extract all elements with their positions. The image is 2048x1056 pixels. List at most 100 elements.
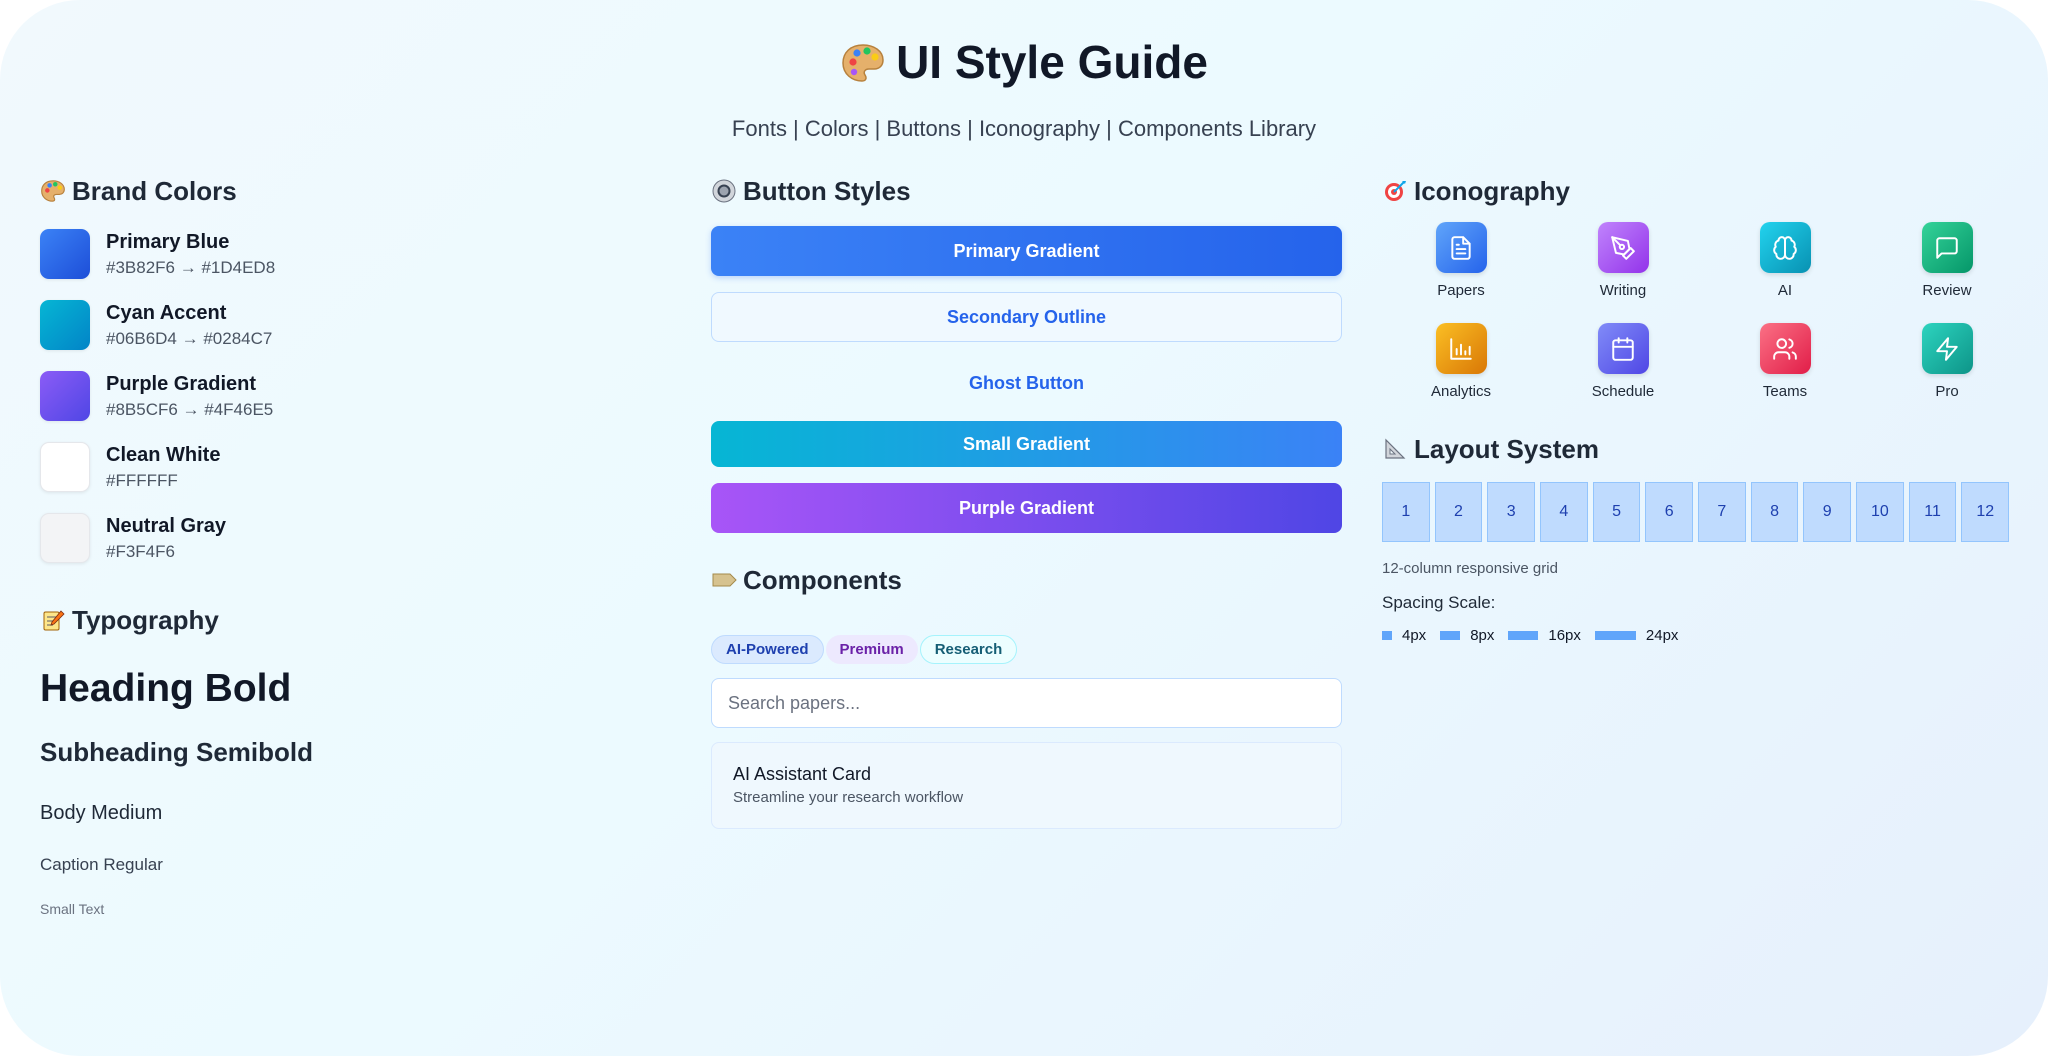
icon-item-teams[interactable]: Teams <box>1706 323 1864 424</box>
small-gradient-button[interactable]: Small Gradient <box>711 421 1342 467</box>
swatch-cyan-accent <box>40 299 90 350</box>
swatch-purple-gradient <box>40 370 90 421</box>
typography-heading: Typography <box>40 599 640 641</box>
spacing-scale-title: Spacing Scale: <box>1382 593 1496 612</box>
spacing-label: 8px <box>1470 627 1495 644</box>
page-subtitle: Fonts | Colors | Buttons | Iconography |… <box>731 116 1317 141</box>
icon-label: Teams <box>1762 383 1808 400</box>
layout-system-title: Layout System <box>1414 433 1599 464</box>
grid-column: 1 <box>1382 482 1430 542</box>
ghost-button[interactable]: Ghost Button <box>711 358 1342 408</box>
swatch-hex: #06B6D4 → #0284C7 <box>106 328 273 348</box>
swatch-name: Neutral Gray <box>106 514 227 537</box>
spacing-label: 4px <box>1402 627 1427 644</box>
swatch-primary-blue <box>40 228 90 279</box>
grid-column: 8 <box>1750 482 1799 542</box>
label-tag-icon <box>711 567 737 593</box>
swatch-row: Cyan Accent #06B6D4 → #0284C7 <box>40 289 640 360</box>
icon-item-papers[interactable]: Papers <box>1382 222 1540 323</box>
sample-body-medium: Body Medium <box>40 802 163 824</box>
spacing-label: 16px <box>1548 627 1581 644</box>
grid-caption: 12-column responsive grid <box>1382 560 1558 577</box>
palette-icon <box>840 40 886 96</box>
palette-icon <box>40 178 66 204</box>
brand-colors-title: Brand Colors <box>72 175 237 206</box>
components-heading: Components <box>711 559 1342 601</box>
swatch-name: Purple Gradient <box>106 372 257 395</box>
grid-column: 5 <box>1592 482 1641 542</box>
icon-label: Schedule <box>1591 383 1655 400</box>
spacing-item: 8px <box>1440 627 1494 644</box>
spacing-item: 24px <box>1594 627 1678 644</box>
target-icon <box>1382 178 1408 204</box>
swatch-name: Clean White <box>106 443 221 466</box>
grid-column: 12 <box>1961 482 2010 542</box>
tag-research[interactable]: Research <box>919 635 1018 664</box>
grid-column: 3 <box>1487 482 1536 542</box>
swatch-row: Purple Gradient #8B5CF6 → #4F46E5 <box>40 360 640 431</box>
icon-item-analytics[interactable]: Analytics <box>1382 323 1540 424</box>
spacing-bar <box>1508 631 1539 640</box>
button-styles-heading: Button Styles <box>711 170 1342 212</box>
icon-label: Review <box>1922 282 1972 299</box>
style-guide-page: UI Style Guide Fonts | Colors | Buttons … <box>0 0 2048 1056</box>
iconography-title: Iconography <box>1414 175 1571 206</box>
tag-ai-powered[interactable]: AI-Powered <box>711 635 824 664</box>
grid-column: 7 <box>1698 482 1746 542</box>
document-icon <box>1435 222 1487 273</box>
spacing-item: 4px <box>1382 627 1426 644</box>
bar-chart-icon <box>1435 323 1487 374</box>
spacing-bar <box>1382 631 1392 640</box>
column-grid: 1 2 3 4 5 6 7 8 9 10 11 12 <box>1382 482 2014 542</box>
icon-item-review[interactable]: Review <box>1868 222 2026 323</box>
swatch-row: Primary Blue #3B82F6 → #1D4ED8 <box>40 218 640 289</box>
radio-button-icon <box>711 178 737 204</box>
swatch-name: Primary Blue <box>106 230 230 253</box>
page-title: UI Style Guide <box>0 34 2048 96</box>
tag-premium[interactable]: Premium <box>825 635 918 664</box>
icon-label: AI <box>1777 282 1793 299</box>
spacing-item: 16px <box>1508 627 1581 644</box>
ai-assistant-card[interactable]: AI Assistant Card Streamline your resear… <box>711 742 1342 829</box>
brand-colors-heading: Brand Colors <box>40 170 640 212</box>
secondary-outline-button[interactable]: Secondary Outline <box>711 292 1342 342</box>
right-column: Iconography Papers Writing AI Review Ana… <box>1382 170 2014 644</box>
primary-gradient-button[interactable]: Primary Gradient <box>711 226 1342 276</box>
swatch-neutral-gray <box>40 512 90 563</box>
icon-grid: Papers Writing AI Review Analytics Sched… <box>1382 222 2014 424</box>
icon-item-writing[interactable]: Writing <box>1544 222 1702 323</box>
users-icon <box>1759 323 1811 374</box>
iconography-heading: Iconography <box>1382 170 2014 212</box>
spacing-bar <box>1440 631 1461 640</box>
page-title-text: UI Style Guide <box>896 36 1208 88</box>
swatch-hex: #8B5CF6 → #4F46E5 <box>106 399 274 419</box>
button-styles-title: Button Styles <box>743 175 911 206</box>
icon-item-schedule[interactable]: Schedule <box>1544 323 1702 424</box>
card-title: AI Assistant Card <box>733 764 872 784</box>
swatch-hex: #FFFFFF <box>106 470 178 490</box>
grid-column: 6 <box>1645 482 1694 542</box>
sample-caption-regular: Caption Regular <box>40 855 163 874</box>
pen-icon <box>1597 222 1649 273</box>
typography-title: Typography <box>72 604 219 635</box>
card-subtitle: Streamline your research workflow <box>733 789 964 806</box>
sample-subheading-semibold: Subheading Semibold <box>40 737 314 767</box>
page-header: UI Style Guide Fonts | Colors | Buttons … <box>0 34 2048 142</box>
spacing-bar <box>1594 631 1636 640</box>
purple-gradient-button[interactable]: Purple Gradient <box>711 483 1342 533</box>
lightning-icon <box>1921 323 1973 374</box>
search-input[interactable] <box>711 678 1342 728</box>
grid-column: 11 <box>1908 482 1957 542</box>
message-icon <box>1921 222 1973 273</box>
spacing-scale: 4px 8px 16px 24px <box>1382 627 2014 644</box>
icon-item-pro[interactable]: Pro <box>1868 323 2026 424</box>
triangular-ruler-icon <box>1382 436 1408 462</box>
grid-column: 4 <box>1540 482 1588 542</box>
swatch-clean-white <box>40 441 90 492</box>
icon-label: Analytics <box>1430 383 1492 400</box>
tag-list: AI-Powered Premium Research <box>711 635 1342 664</box>
swatch-hex: #3B82F6 → #1D4ED8 <box>106 257 276 277</box>
icon-item-ai[interactable]: AI <box>1706 222 1864 323</box>
icon-label: Pro <box>1935 383 1959 400</box>
calendar-icon <box>1597 323 1649 374</box>
